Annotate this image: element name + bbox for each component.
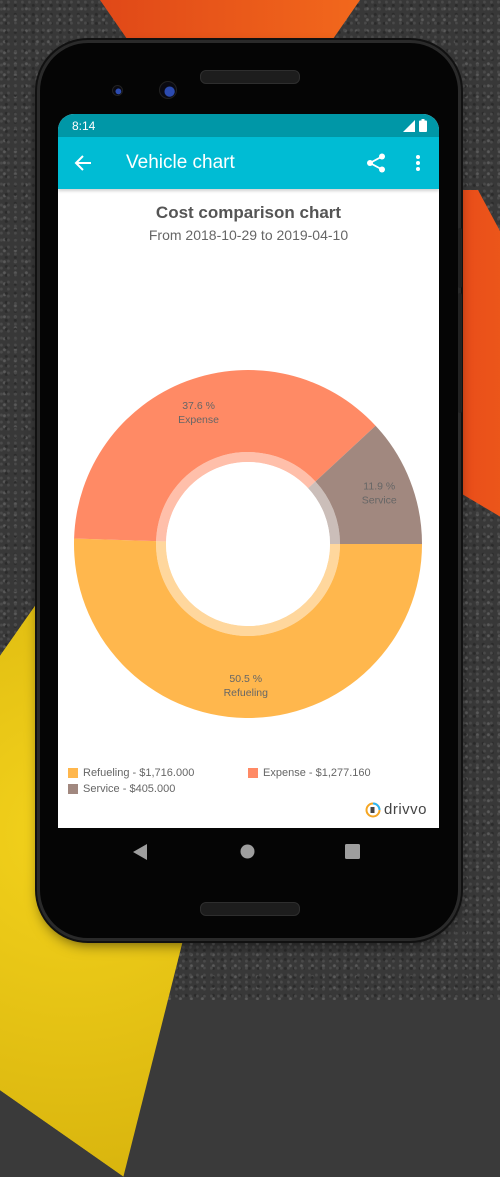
recents-nav-icon[interactable] [345,844,360,859]
volume-button [458,293,462,413]
slice-name-label: Refueling [224,687,269,699]
fuel-pump-logo-icon [365,802,381,817]
earpiece-speaker [200,70,300,84]
front-camera [159,81,177,99]
power-button [458,228,462,288]
legend-label: Expense - $1,277.160 [263,767,371,779]
slice-name-label: Expense [178,414,219,426]
bottom-speaker [200,902,300,916]
sensor [112,85,123,96]
slice-percent-label: 50.5 % [229,673,262,685]
legend-item-expense: Expense - $1,277.160 [248,767,371,779]
brand-name: drivvo [383,801,427,818]
phone-frame: 8:14 Vehicle chart Cost comparison chart [40,43,462,938]
home-nav-icon[interactable] [240,844,255,859]
slice-percent-label: 11.9 % [363,481,395,493]
legend-item-refueling: Refueling - $1,716.000 [68,767,194,779]
background-stripe-orange [100,0,360,45]
legend-label: Refueling - $1,716.000 [83,767,195,779]
legend-label: Service - $405.000 [83,783,176,795]
app-screen: 8:14 Vehicle chart Cost comparison chart [58,114,439,828]
legend-swatch [68,784,78,794]
slice-percent-label: 37.6 % [182,400,215,412]
legend-item-service: Service - $405.000 [68,783,175,795]
legend-swatch [248,768,258,778]
slice-name-label: Service [362,495,397,507]
legend-swatch [68,768,78,778]
drivvo-logo: drivvo [365,801,427,818]
system-nav-bar [58,828,439,878]
donut-chart: 50.5 % Refueling 37.6 % Expense 11.9 % Servic… [73,370,422,719]
donut-hole [166,462,330,626]
back-nav-icon[interactable] [133,844,147,860]
